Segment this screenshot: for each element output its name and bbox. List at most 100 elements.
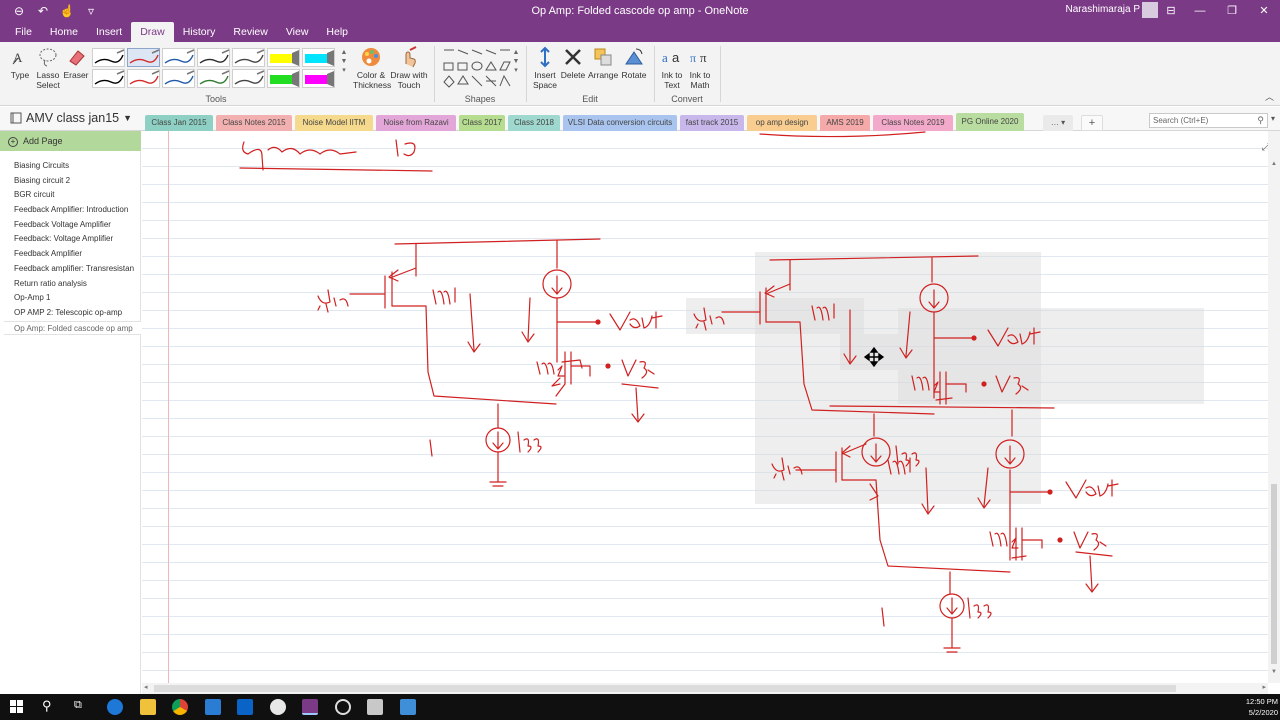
scroll-left-icon[interactable]: ◂: [144, 683, 148, 691]
tab-history[interactable]: History: [174, 22, 225, 42]
search-icon[interactable]: ⚲: [42, 698, 52, 714]
page-list-item[interactable]: Op-Amp 1: [0, 291, 141, 306]
pen-swatch[interactable]: [127, 48, 160, 67]
ink-to-text-button[interactable]: aa Ink to Text: [658, 46, 686, 90]
color-thickness-button[interactable]: Color & Thickness: [353, 46, 391, 90]
page-list-item[interactable]: Return ratio analysis: [0, 277, 141, 292]
pen-swatch[interactable]: [162, 48, 195, 67]
page-list-item[interactable]: Feedback amplifier: Transresistan: [0, 262, 141, 277]
ink-to-math-button[interactable]: ππ Ink to Math: [686, 46, 714, 90]
notebook-picker[interactable]: AMV class jan15 ▼: [10, 111, 132, 125]
pen-swatch[interactable]: [302, 48, 335, 67]
pen-gallery-scroll[interactable]: ▲ ▼ ▾: [340, 48, 348, 75]
section-tab[interactable]: Noise Model IITM: [295, 115, 373, 131]
minimize-button[interactable]: —: [1184, 0, 1216, 22]
search-scope-chevron-icon[interactable]: ▾: [1271, 114, 1275, 123]
chrome-icon[interactable]: [172, 699, 188, 715]
tab-file[interactable]: File: [6, 22, 41, 42]
section-tab[interactable]: Class 2017: [459, 115, 505, 131]
delete-button[interactable]: Delete: [560, 46, 586, 80]
undo-icon[interactable]: ↶: [34, 4, 52, 18]
arrange-button[interactable]: Arrange: [588, 46, 618, 80]
pen-swatch[interactable]: [92, 48, 125, 67]
restore-button[interactable]: ❐: [1216, 0, 1248, 22]
scroll-up-icon[interactable]: ▲: [1271, 161, 1277, 167]
tab-home[interactable]: Home: [41, 22, 87, 42]
pen-swatch[interactable]: [92, 69, 125, 88]
pen-swatch[interactable]: [302, 69, 335, 88]
customize-toolbar-icon[interactable]: ▿: [82, 4, 100, 18]
system-clock[interactable]: 12:50 PM 5/2/2020: [1238, 696, 1278, 718]
outlook-icon[interactable]: [237, 699, 253, 715]
page-list-item[interactable]: Biasing Circuits: [0, 159, 141, 174]
rotate-button[interactable]: Rotate: [620, 46, 648, 80]
user-name[interactable]: Narashimaraja P: [1066, 4, 1140, 15]
insert-space-button[interactable]: Insert Space: [530, 46, 560, 90]
section-tab[interactable]: AMS 2019: [820, 115, 870, 131]
horizontal-scroll-thumb[interactable]: [154, 685, 1176, 692]
page-list-item[interactable]: Feedback Amplifier: [0, 247, 141, 262]
more-sections-button[interactable]: … ▾: [1043, 115, 1073, 131]
app-pen-icon[interactable]: [367, 699, 383, 715]
add-section-button[interactable]: +: [1081, 115, 1103, 131]
edge-browser-icon[interactable]: [107, 699, 123, 715]
page-list-item[interactable]: BGR circuit: [0, 188, 141, 203]
app-document-icon[interactable]: [400, 699, 416, 715]
snipping-tool-icon[interactable]: [270, 699, 286, 715]
section-tab[interactable]: PG Online 2020: [956, 113, 1024, 131]
search-input[interactable]: Search (Ctrl+E) ⚲: [1149, 113, 1268, 128]
type-button[interactable]: A Type: [8, 46, 32, 80]
tab-view[interactable]: View: [277, 22, 318, 42]
section-tab[interactable]: Class Jan 2015: [145, 115, 213, 131]
full-screen-icon[interactable]: ⊟: [1158, 0, 1184, 22]
pen-swatch[interactable]: [267, 69, 300, 88]
tab-help[interactable]: Help: [317, 22, 357, 42]
windows-start-icon[interactable]: [10, 700, 24, 714]
scroll-right-icon[interactable]: ▸: [1262, 683, 1266, 691]
pen-swatch[interactable]: [232, 48, 265, 67]
shapes-gallery[interactable]: [440, 46, 520, 90]
page-list-item[interactable]: Feedback Amplifier: Introduction: [0, 203, 141, 218]
task-view-icon[interactable]: ⧉: [74, 699, 82, 712]
collapse-ribbon-icon[interactable]: ︿: [1265, 90, 1274, 103]
file-explorer-icon[interactable]: [140, 699, 156, 715]
eraser-button[interactable]: Eraser: [63, 46, 89, 80]
shapes-gallery-scroll[interactable]: ▲ ▼ ▾: [512, 48, 520, 75]
pen-swatch[interactable]: [197, 69, 230, 88]
note-canvas[interactable]: [142, 131, 1268, 683]
section-tab[interactable]: Noise from Razavi: [376, 115, 456, 131]
pen-swatch[interactable]: [162, 69, 195, 88]
horizontal-scrollbar[interactable]: ◂ ▸: [142, 683, 1268, 694]
tab-draw[interactable]: Draw: [131, 22, 174, 42]
section-tab[interactable]: Class Notes 2019: [873, 115, 953, 131]
section-tab[interactable]: Class Notes 2015: [216, 115, 292, 131]
store-icon[interactable]: [205, 699, 221, 715]
tab-insert[interactable]: Insert: [87, 22, 131, 42]
section-tab[interactable]: fast track 2015: [680, 115, 744, 131]
page-list-item[interactable]: Feedback Voltage Amplifier: [0, 218, 141, 233]
vertical-scrollbar[interactable]: ▲ ▼: [1268, 131, 1280, 683]
vertical-scroll-thumb[interactable]: [1271, 484, 1277, 664]
lasso-select-button[interactable]: Lasso Select: [34, 46, 62, 90]
onenote-taskbar-icon[interactable]: [302, 699, 318, 715]
page-list-item[interactable]: Biasing circuit 2: [0, 174, 141, 189]
tab-review[interactable]: Review: [224, 22, 276, 42]
pen-swatch[interactable]: [232, 69, 265, 88]
settings-gear-icon[interactable]: [335, 699, 351, 715]
close-button[interactable]: ✕: [1248, 0, 1280, 22]
page-list-item[interactable]: Feedback: Voltage Amplifier: [0, 232, 141, 247]
draw-with-touch-button[interactable]: Draw with Touch: [390, 46, 428, 90]
page-list-item[interactable]: Op Amp: Folded cascode op amp: [4, 320, 141, 336]
search-icon[interactable]: ⚲: [1257, 114, 1264, 127]
pen-swatch[interactable]: [127, 69, 160, 88]
add-page-button[interactable]: + Add Page: [0, 131, 141, 151]
section-tab[interactable]: Class 2018: [508, 115, 560, 131]
back-icon[interactable]: ⊖: [10, 4, 28, 18]
scroll-down-icon[interactable]: ▼: [1271, 669, 1277, 675]
avatar[interactable]: [1142, 2, 1158, 18]
touch-mode-icon[interactable]: ☝: [58, 4, 76, 18]
section-tab[interactable]: VLSI Data conversion circuits: [563, 115, 677, 131]
pen-swatch[interactable]: [267, 48, 300, 67]
section-tab[interactable]: op amp design: [747, 115, 817, 131]
page-list-item[interactable]: OP AMP 2: Telescopic op-amp: [0, 306, 141, 321]
